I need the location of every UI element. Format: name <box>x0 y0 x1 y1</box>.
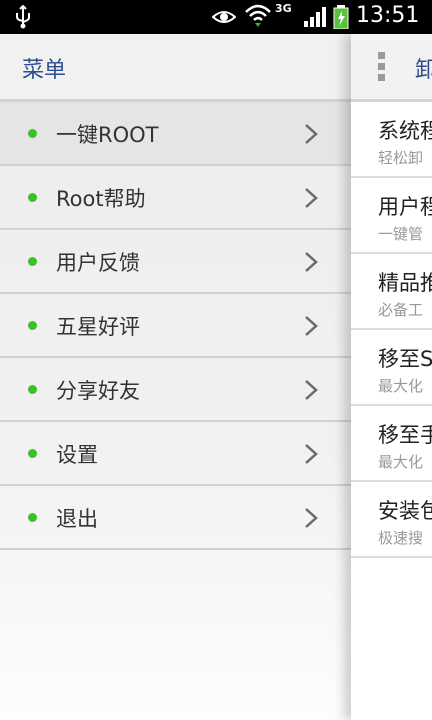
chevron-right-icon <box>302 186 320 214</box>
panel-title: 卸 <box>415 58 432 83</box>
status-bar: 3G 13:51 <box>0 0 432 34</box>
menu-item-settings[interactable]: 设置 <box>0 422 351 486</box>
drawer-title: 菜单 <box>22 58 67 83</box>
menu-item-rate[interactable]: 五星好评 <box>0 294 351 358</box>
menu-item-label: 一键ROOT <box>56 123 159 147</box>
list-item-subtitle: 轻松卸 <box>378 149 424 167</box>
main-content-panel[interactable]: 卸 系统程 轻松卸 用户程 一键管 精品推 必备工 移至S 最大化 移至手 最大… <box>351 34 432 720</box>
overflow-menu-icon[interactable] <box>378 52 386 82</box>
list-item-subtitle: 极速搜 <box>378 529 424 547</box>
menu-item-label: 五星好评 <box>56 315 140 339</box>
menu-item-one-click-root[interactable]: 一键ROOT <box>0 102 351 166</box>
list-item-subtitle: 一键管 <box>378 225 424 243</box>
menu-item-label: 用户反馈 <box>56 251 140 275</box>
list-item[interactable]: 移至手 最大化 <box>351 406 432 482</box>
bullet-dot-icon <box>28 129 37 138</box>
bullet-dot-icon <box>28 513 37 522</box>
menu-item-label: 分享好友 <box>56 379 140 403</box>
list-item-title: 系统程 <box>378 119 432 143</box>
signal-icon <box>304 7 328 31</box>
list-item[interactable]: 移至S 最大化 <box>351 330 432 406</box>
list-item-subtitle: 最大化 <box>378 453 424 471</box>
bullet-dot-icon <box>28 321 37 330</box>
navigation-drawer: 菜单 一键ROOT Root帮助 用户反馈 五星好评 分享好友 设置 退出 <box>0 34 351 720</box>
list-item-title: 移至手 <box>378 423 432 447</box>
bullet-dot-icon <box>28 193 37 202</box>
list-item-title: 精品推 <box>378 271 432 295</box>
menu-item-label: 退出 <box>56 507 98 531</box>
bullet-dot-icon <box>28 385 37 394</box>
list-item-title: 安装包 <box>378 499 432 523</box>
battery-charging-icon <box>333 5 349 33</box>
list-item[interactable]: 精品推 必备工 <box>351 254 432 330</box>
menu-item-root-help[interactable]: Root帮助 <box>0 166 351 230</box>
list-item-subtitle: 必备工 <box>378 301 424 319</box>
list-item-subtitle: 最大化 <box>378 377 424 395</box>
list-item-title: 移至S <box>378 347 432 371</box>
menu-item-feedback[interactable]: 用户反馈 <box>0 230 351 294</box>
chevron-right-icon <box>302 122 320 150</box>
drawer-header: 菜单 <box>0 34 351 102</box>
wifi-icon <box>244 2 272 34</box>
chevron-right-icon <box>302 314 320 342</box>
list-item[interactable]: 用户程 一键管 <box>351 178 432 254</box>
menu-item-exit[interactable]: 退出 <box>0 486 351 550</box>
bullet-dot-icon <box>28 449 37 458</box>
list-item-title: 用户程 <box>378 195 432 219</box>
eye-icon <box>211 8 237 30</box>
menu-item-label: Root帮助 <box>56 187 146 211</box>
chevron-right-icon <box>302 506 320 534</box>
network-type-label: 3G <box>275 2 292 15</box>
chevron-right-icon <box>302 378 320 406</box>
menu-list: 一键ROOT Root帮助 用户反馈 五星好评 分享好友 设置 退出 <box>0 102 351 550</box>
chevron-right-icon <box>302 442 320 470</box>
clock-time: 13:51 <box>356 3 420 28</box>
usb-icon <box>14 4 32 33</box>
menu-item-label: 设置 <box>56 443 98 467</box>
menu-item-share[interactable]: 分享好友 <box>0 358 351 422</box>
panel-header: 卸 <box>351 34 432 102</box>
list-item[interactable]: 安装包 极速搜 <box>351 482 432 558</box>
chevron-right-icon <box>302 250 320 278</box>
bullet-dot-icon <box>28 257 37 266</box>
list-item[interactable]: 系统程 轻松卸 <box>351 102 432 178</box>
